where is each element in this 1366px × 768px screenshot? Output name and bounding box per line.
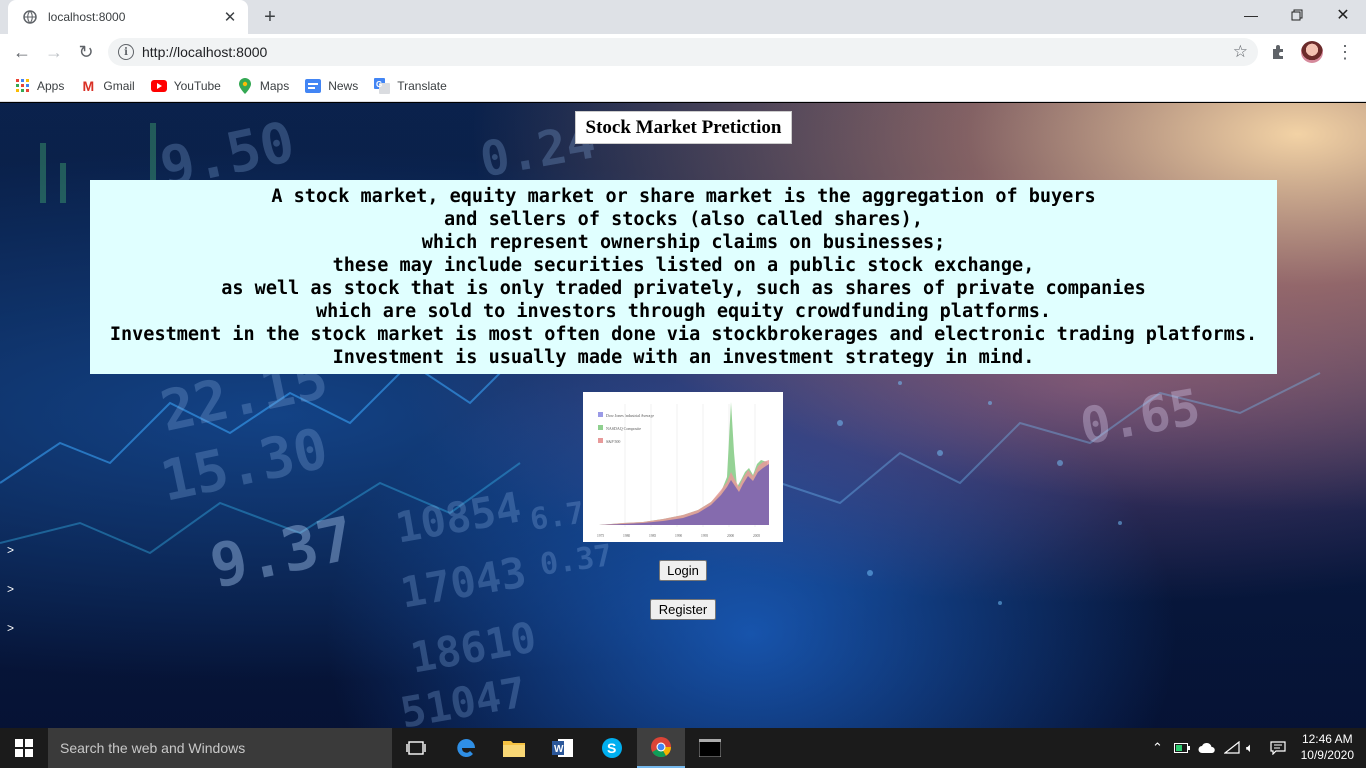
legend-label: S&P 500 [606, 439, 620, 444]
restore-icon[interactable] [1274, 0, 1320, 30]
back-arrow-icon[interactable]: ← [10, 40, 34, 64]
x-tick-label: 1980 [623, 534, 630, 538]
page-title: Stock Market Pretiction [575, 111, 792, 144]
stock-index-chart-image: Dow Jones Industrial Average NASDAQ Comp… [583, 392, 783, 542]
profile-avatar[interactable] [1301, 41, 1323, 63]
bookmark-star-icon[interactable]: ☆ [1233, 42, 1248, 62]
bookmark-label: Translate [397, 78, 447, 93]
translate-icon: G [374, 77, 391, 94]
bookmark-gmail[interactable]: M Gmail [80, 77, 135, 94]
browser-tab[interactable]: localhost:8000 ✕ [8, 0, 248, 34]
news-icon [305, 78, 322, 94]
x-tick-label: 1995 [701, 534, 708, 538]
browser-toolbar: ← → ↻ i http://localhost:8000 ☆ ⋮ [0, 34, 1366, 70]
notifications-icon[interactable] [1270, 728, 1286, 768]
description-line: these may include securities listed on a… [332, 255, 1035, 276]
bookmark-youtube[interactable]: YouTube [150, 78, 221, 94]
description-line: A stock market, equity market or share m… [271, 186, 1096, 207]
tab-title: localhost:8000 [48, 10, 126, 24]
close-tab-icon[interactable]: ✕ [222, 9, 238, 26]
address-bar[interactable]: i http://localhost:8000 ☆ [108, 38, 1258, 66]
volume-icon[interactable]: 🔈︎ [1246, 728, 1254, 768]
clock-date: 10/9/2020 [1300, 748, 1354, 762]
bookmark-news[interactable]: News [305, 78, 358, 94]
maps-icon [237, 77, 253, 94]
side-marker: > [7, 582, 15, 596]
page-viewport: 9.50 0.24 22.15 15.30 9.37 10854 17043 1… [0, 103, 1366, 728]
x-tick-label: 1990 [675, 534, 682, 538]
bookmark-label: YouTube [173, 78, 221, 93]
windows-taskbar: Search the web and Windows W S ⌃ 🔈︎ 12:4… [0, 728, 1366, 768]
extensions-puzzle-icon[interactable] [1270, 43, 1288, 61]
bookmark-apps[interactable]: Apps [14, 78, 64, 94]
bookmark-label: News [328, 78, 359, 93]
minimize-icon[interactable]: — [1228, 0, 1274, 30]
description-line: Investment is usually made with an inves… [332, 347, 1035, 368]
system-clock[interactable]: 12:46 AM 10/9/2020 [1301, 731, 1354, 763]
file-explorer-icon[interactable] [490, 728, 538, 768]
legend-label: NASDAQ Composite [606, 426, 641, 431]
chrome-icon[interactable] [637, 728, 685, 768]
apps-grid-icon [14, 78, 30, 94]
bookmark-translate[interactable]: G Translate [374, 77, 447, 94]
url-text[interactable]: http://localhost:8000 [142, 44, 267, 60]
youtube-icon [150, 78, 167, 94]
description-line: which represent ownership claims on busi… [421, 232, 946, 253]
word-icon[interactable]: W [539, 728, 587, 768]
tab-strip: localhost:8000 ✕ + — ✕ [0, 0, 1366, 34]
bookmark-maps[interactable]: Maps [237, 77, 290, 94]
x-tick-label: 2005 [753, 534, 760, 538]
edge-browser-icon[interactable] [442, 728, 490, 768]
x-tick-label: 1985 [649, 534, 656, 538]
x-tick-label: 1975 [597, 534, 604, 538]
description-line: Investment in the stock market is most o… [109, 324, 1258, 345]
globe-icon [22, 9, 38, 25]
login-button[interactable]: Login [659, 560, 707, 581]
svg-text:W: W [554, 744, 564, 755]
more-menu-icon[interactable]: ⋮ [1336, 42, 1354, 63]
side-marker: > [7, 543, 15, 557]
reload-icon[interactable]: ↻ [74, 40, 98, 64]
bookmark-label: Apps [37, 78, 65, 93]
gmail-icon: M [82, 77, 95, 94]
skype-icon[interactable]: S [588, 728, 636, 768]
windows-logo-icon [15, 739, 33, 757]
x-tick-label: 2000 [727, 534, 734, 538]
bookmark-label: Gmail [103, 78, 135, 93]
info-icon[interactable]: i [118, 44, 134, 60]
battery-icon[interactable] [1174, 728, 1190, 768]
onedrive-cloud-icon[interactable] [1198, 728, 1216, 768]
description-line: which are sold to investors through equi… [315, 301, 1052, 322]
command-prompt-icon[interactable] [686, 728, 734, 768]
clock-time: 12:46 AM [1301, 732, 1353, 746]
svg-text:S: S [607, 740, 616, 756]
svg-text:G: G [376, 80, 382, 89]
description-line: and sellers of stocks (also called share… [444, 209, 923, 230]
wifi-icon[interactable] [1224, 728, 1240, 768]
legend-label: Dow Jones Industrial Average [606, 413, 654, 418]
new-tab-icon[interactable]: + [258, 5, 282, 29]
bookmarks-bar: Apps M Gmail YouTube Maps News G Transla… [0, 70, 1366, 102]
side-marker: > [7, 621, 15, 635]
bookmark-label: Maps [259, 78, 290, 93]
close-window-icon[interactable]: ✕ [1320, 0, 1366, 30]
forward-arrow-icon[interactable]: → [42, 40, 66, 64]
start-button[interactable] [0, 728, 48, 768]
taskbar-search-input[interactable]: Search the web and Windows [48, 728, 392, 768]
task-view-icon[interactable] [392, 728, 440, 768]
register-button[interactable]: Register [650, 599, 716, 620]
description-line: as well as stock that is only traded pri… [221, 278, 1146, 299]
description-panel: A stock market, equity market or share m… [90, 180, 1277, 374]
show-hidden-icons-chevron-icon[interactable]: ⌃ [1152, 728, 1163, 768]
